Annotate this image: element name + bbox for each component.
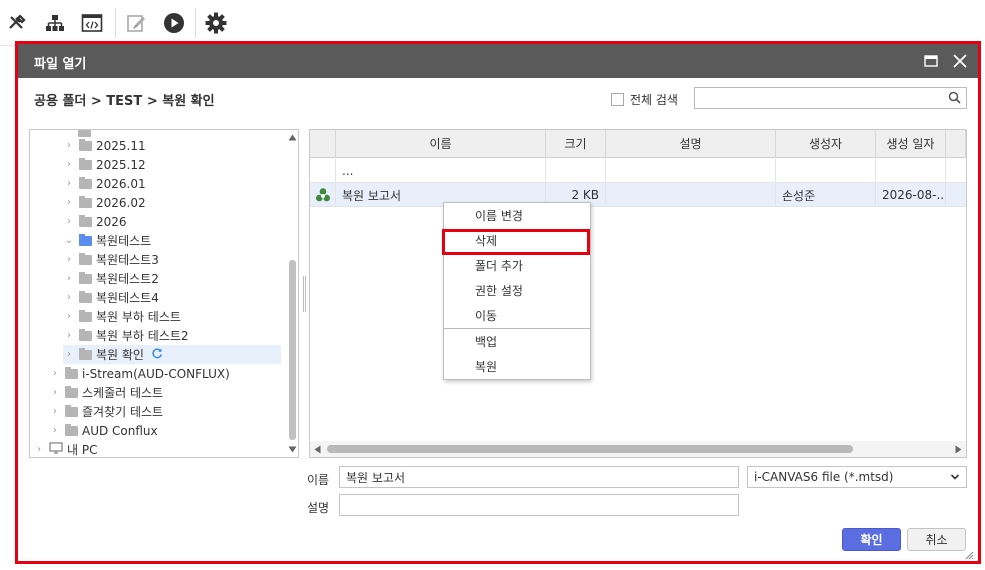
edit-icon[interactable]: [124, 11, 148, 35]
play-icon[interactable]: [162, 11, 186, 35]
hierarchy-icon[interactable]: [43, 11, 67, 35]
toolbar-separator: [115, 8, 116, 38]
tools-icon[interactable]: [5, 11, 29, 35]
main-toolbar: [0, 0, 980, 46]
gear-icon[interactable]: [204, 11, 228, 35]
code-editor-icon[interactable]: [80, 11, 104, 35]
toolbar-separator: [195, 8, 196, 38]
dialog-highlight-box: [15, 41, 981, 564]
